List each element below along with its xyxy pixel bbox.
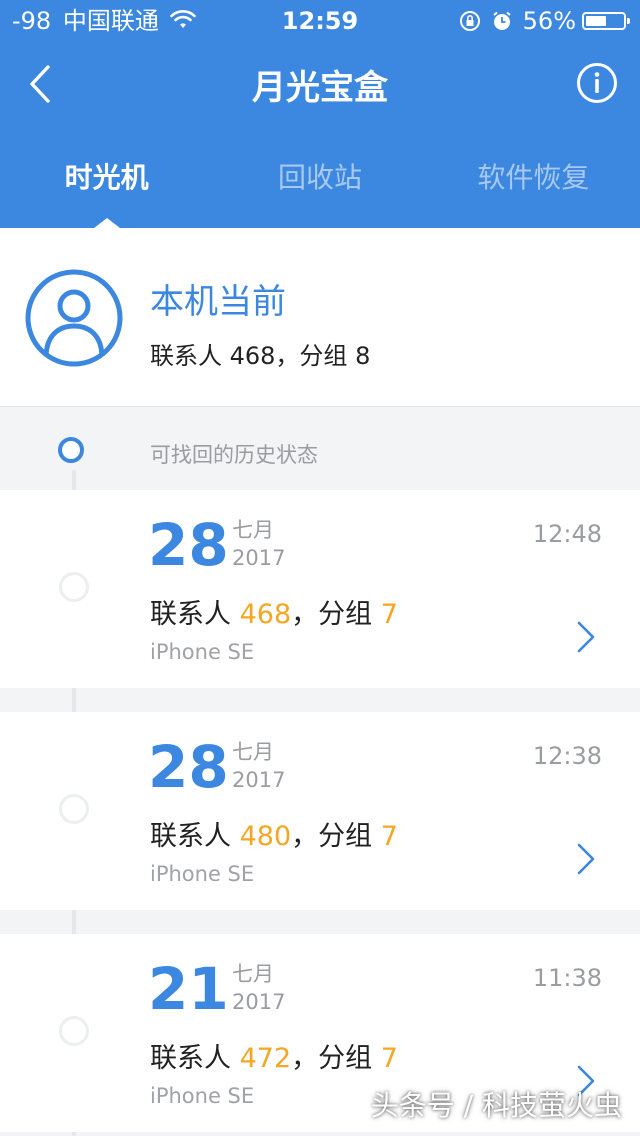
record-month: 七月 [232, 962, 274, 986]
tab-software-recovery[interactable]: 软件恢复 [427, 128, 640, 228]
contacts-count: 472 [239, 1043, 292, 1074]
record-year: 2017 [232, 546, 286, 570]
avatar [24, 268, 124, 368]
app-header: -98 中国联通 12:59 56% 月光宝盒 时光机 回收站 软件恢复 [0, 0, 640, 228]
info-icon [577, 63, 617, 103]
chevron-right-icon [577, 621, 595, 653]
contacts-label: 联系人 [150, 599, 240, 630]
record-device: iPhone SE [150, 862, 255, 886]
battery-icon [582, 12, 630, 30]
history-record[interactable]: 28 七月 2017 12:48 联系人 468，分组 7 iPhone SE [0, 490, 640, 688]
tab-time-machine[interactable]: 时光机 [0, 128, 213, 228]
watermark: 头条号 / 科技萤火虫 [370, 1089, 622, 1122]
record-time: 12:48 [532, 520, 602, 548]
groups-count: 7 [380, 821, 398, 852]
status-right: 56% [459, 0, 630, 42]
record-time: 11:38 [532, 964, 602, 992]
current-summary: 联系人 468，分组 8 [150, 342, 371, 370]
history-label: 可找回的历史状态 [150, 443, 318, 467]
battery-percent: 56% [522, 7, 576, 35]
page-title: 月光宝盒 [252, 68, 388, 108]
nav-bar: 月光宝盒 [0, 42, 640, 128]
contacts-label: 联系人 [150, 1043, 240, 1074]
history-record[interactable]: 28 七月 2017 12:38 联系人 480，分组 7 iPhone SE [0, 712, 640, 910]
tab-recycle-bin[interactable]: 回收站 [213, 128, 426, 228]
current-state-card: 本机当前 联系人 468，分组 8 [0, 228, 640, 407]
record-year: 2017 [232, 990, 286, 1014]
info-button[interactable] [576, 62, 618, 104]
timeline-dot [59, 1016, 89, 1046]
groups-count: 7 [380, 599, 398, 630]
groups-label: ，分组 [291, 821, 381, 852]
record-summary: 联系人 480，分组 7 [150, 814, 398, 853]
record-day: 28 [148, 733, 229, 801]
record-month: 七月 [232, 740, 274, 764]
groups-label: ，分组 [291, 599, 381, 630]
groups-label: ，分组 [291, 1043, 381, 1074]
user-icon [25, 269, 123, 367]
record-device: iPhone SE [150, 640, 255, 664]
timeline-dot [59, 794, 89, 824]
record-time: 12:38 [532, 742, 602, 770]
record-summary: 联系人 468，分组 7 [150, 592, 398, 631]
record-device: iPhone SE [150, 1084, 255, 1108]
contacts-label: 联系人 [150, 821, 240, 852]
history-header: 可找回的历史状态 [0, 407, 640, 489]
status-bar: -98 中国联通 12:59 56% [0, 0, 640, 42]
current-title: 本机当前 [150, 282, 286, 322]
record-day: 28 [148, 511, 229, 579]
rotation-lock-icon [459, 10, 481, 32]
record-day: 21 [148, 955, 229, 1023]
contacts-count: 480 [239, 821, 292, 852]
timeline-start-dot [58, 437, 84, 463]
timeline-dot [59, 572, 89, 602]
alarm-icon [491, 10, 513, 32]
record-summary: 联系人 472，分组 7 [150, 1036, 398, 1075]
tab-bar: 时光机 回收站 软件恢复 [0, 128, 640, 228]
contacts-count: 468 [239, 599, 292, 630]
record-year: 2017 [232, 768, 286, 792]
record-month: 七月 [232, 518, 274, 542]
battery-fill [586, 16, 607, 26]
groups-count: 7 [380, 1043, 398, 1074]
chevron-right-icon [577, 843, 595, 875]
